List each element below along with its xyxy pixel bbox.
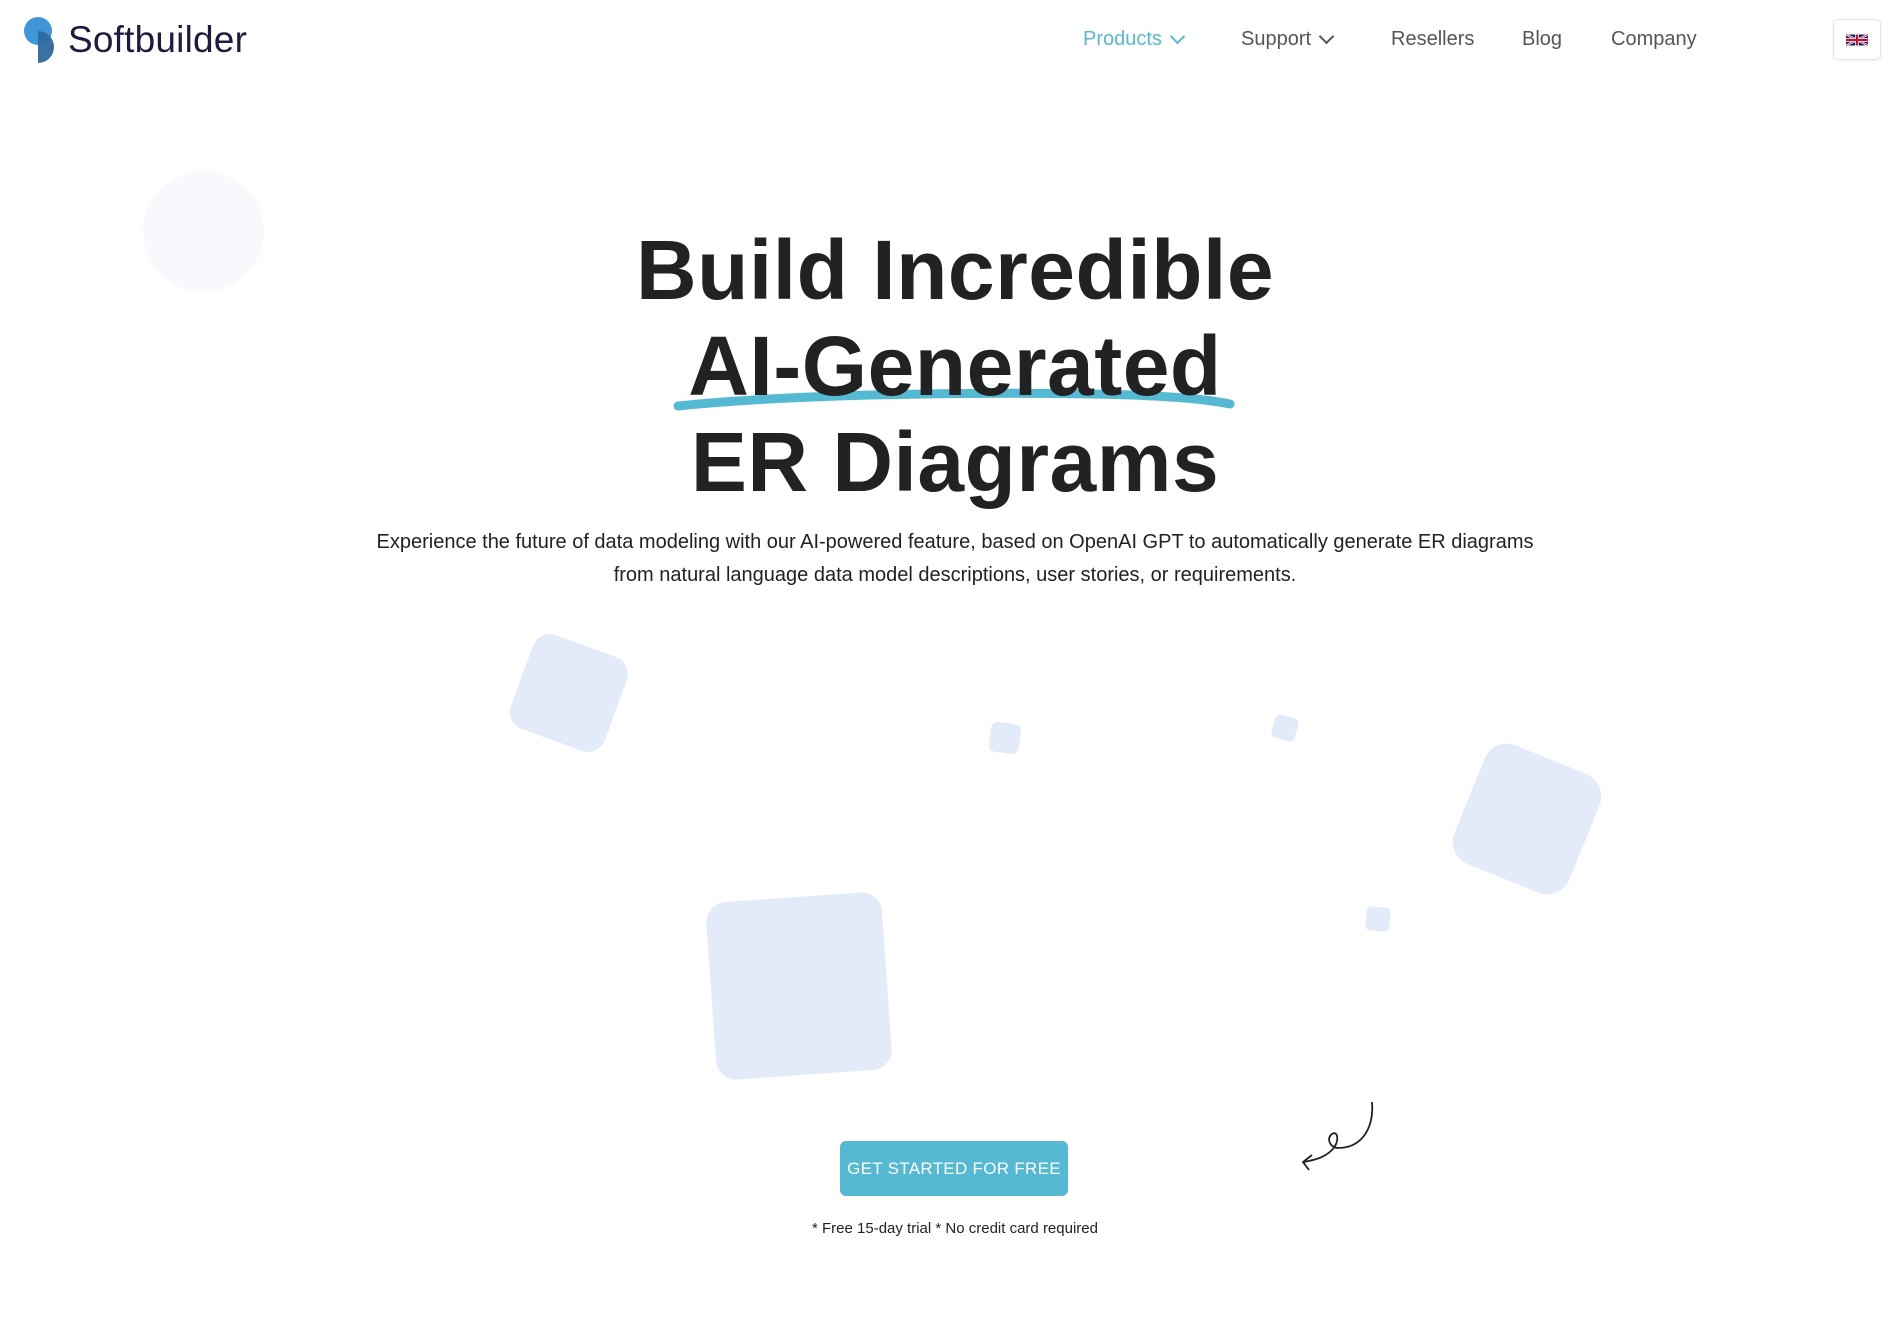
hero-title: Build Incredible AI-Generated ER Diagram… xyxy=(0,222,1900,510)
decorative-square xyxy=(1364,905,1392,933)
decorative-square xyxy=(504,628,634,758)
get-started-button[interactable]: GET STARTED FOR FREE xyxy=(840,1141,1068,1196)
chevron-down-icon xyxy=(1169,28,1186,45)
curved-arrow-icon xyxy=(1301,1101,1374,1171)
language-selector[interactable] xyxy=(1833,19,1881,60)
logo[interactable]: Softbuilder xyxy=(24,12,247,68)
hero-title-line1: Build Incredible xyxy=(635,223,1275,317)
chevron-down-icon xyxy=(1318,28,1335,45)
nav-support[interactable]: Support xyxy=(1241,28,1335,51)
nav-resellers[interactable]: Resellers xyxy=(1391,28,1474,51)
hero-title-line3: ER Diagrams xyxy=(690,415,1220,509)
nav-products-label: Products xyxy=(1083,28,1162,50)
uk-flag-icon xyxy=(1846,33,1868,46)
decorative-square xyxy=(988,721,1022,755)
nav-company[interactable]: Company xyxy=(1611,28,1697,51)
hero-title-line2-text: AI-Generated xyxy=(688,319,1222,413)
trial-note: * Free 15-day trial * No credit card req… xyxy=(812,1220,1098,1237)
decorative-square xyxy=(1445,736,1609,902)
logo-text: Softbuilder xyxy=(68,19,248,60)
logo-mark-icon xyxy=(24,17,54,63)
nav-support-label: Support xyxy=(1241,28,1312,50)
hero-title-line2: AI-Generated xyxy=(0,318,1900,414)
nav-products[interactable]: Products xyxy=(1083,28,1186,51)
decorative-square xyxy=(1270,713,1300,743)
nav-blog[interactable]: Blog xyxy=(1522,28,1562,51)
decorative-square xyxy=(705,891,893,1081)
hero-description: Experience the future of data modeling w… xyxy=(376,531,1534,586)
